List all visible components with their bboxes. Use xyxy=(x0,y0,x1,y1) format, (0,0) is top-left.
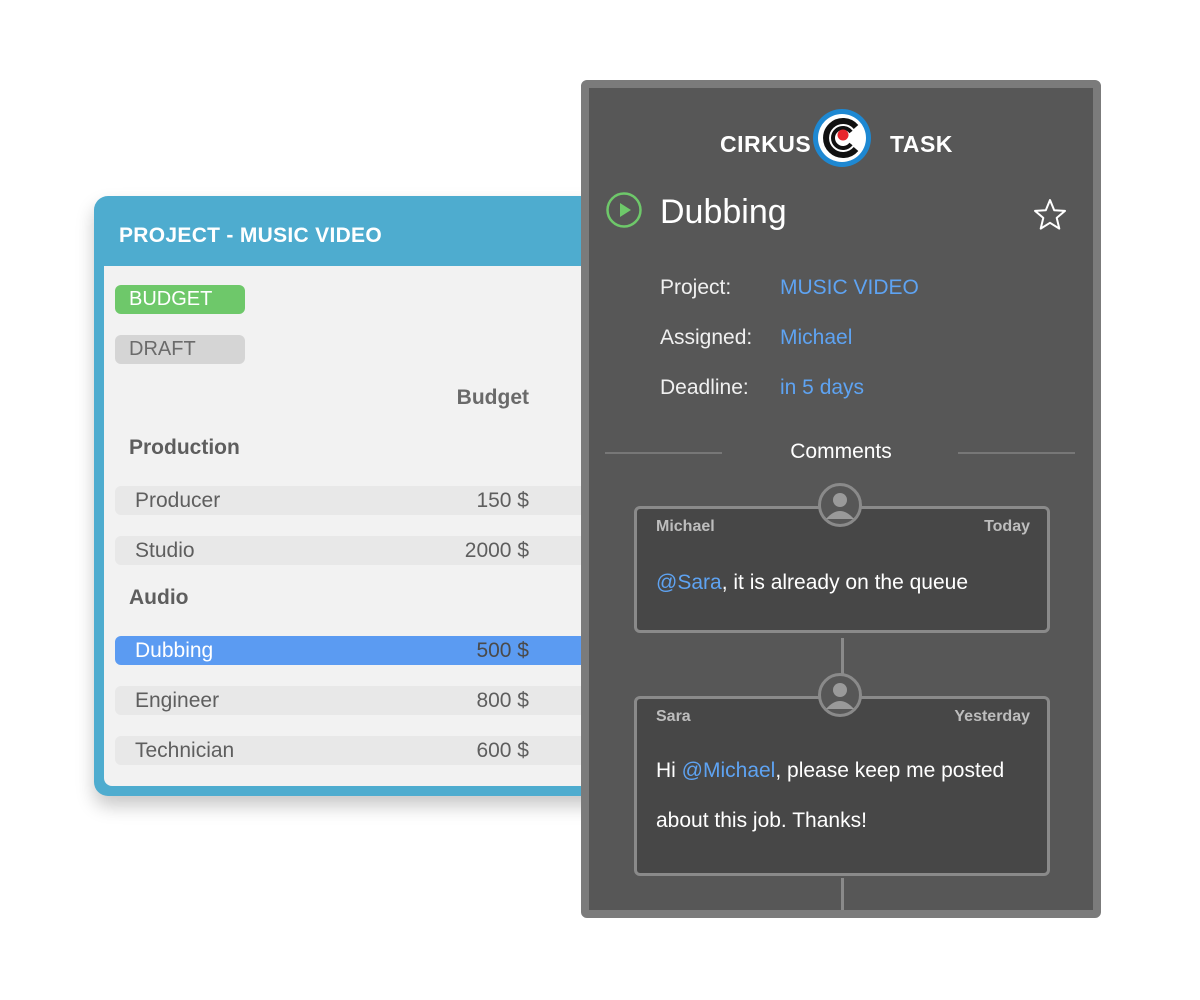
row-name: Producer xyxy=(135,489,221,512)
comment-time: Today xyxy=(984,518,1030,535)
project-title: PROJECT - MUSIC VIDEO xyxy=(119,224,382,247)
row-name: Engineer xyxy=(135,689,220,712)
row-amount: 500 $ xyxy=(476,639,529,662)
avatar-icon[interactable] xyxy=(818,673,862,717)
comment-author: Sara xyxy=(656,708,691,725)
comment-time: Yesterday xyxy=(954,708,1030,725)
brand-name: CIRKUS xyxy=(720,131,812,157)
mention-link[interactable]: @Sara xyxy=(656,571,722,594)
row-name: Studio xyxy=(135,539,195,562)
section-production: Production xyxy=(129,436,240,459)
comment-text: Hi @Michael, please keep me posted about… xyxy=(656,746,1036,846)
comment-text-intro: Hi xyxy=(656,759,682,782)
comment-text: @Sara, it is already on the queue xyxy=(656,558,1036,608)
task-panel: CIRKUS TASK Dubbing Project: MUSIC VIDEO… xyxy=(581,80,1101,918)
assigned-label: Assigned: xyxy=(660,326,753,349)
project-label: Project: xyxy=(660,276,732,299)
row-name: Dubbing xyxy=(135,639,214,662)
comment-author: Michael xyxy=(656,518,715,535)
project-link[interactable]: MUSIC VIDEO xyxy=(780,276,919,300)
budget-row-dubbing[interactable]: Dubbing 500 $ xyxy=(115,636,634,665)
budget-table: BUDGET DRAFT Budget Production Producer … xyxy=(104,266,634,786)
comment-text-body: , it is already on the queue xyxy=(721,571,969,594)
row-amount: 800 $ xyxy=(476,689,529,712)
tag-draft[interactable]: DRAFT xyxy=(115,335,245,364)
budget-row-producer[interactable]: Producer 150 $ xyxy=(115,486,634,515)
row-amount: 2000 $ xyxy=(464,539,529,562)
row-amount: 150 $ xyxy=(476,489,529,512)
budget-row-technician[interactable]: Technician 600 $ xyxy=(115,736,634,765)
section-audio: Audio xyxy=(129,586,189,609)
avatar-icon[interactable] xyxy=(818,483,862,527)
mention-link[interactable]: @Michael xyxy=(682,759,776,782)
deadline-value[interactable]: in 5 days xyxy=(780,376,864,400)
comment-item: Sara Yesterday Hi @Michael, please keep … xyxy=(634,696,1050,876)
project-card: PROJECT - MUSIC VIDEO BUDGET DRAFT Budge… xyxy=(94,196,634,796)
task-title: Dubbing xyxy=(660,193,787,231)
row-name: Technician xyxy=(135,739,235,762)
brand-label-task: TASK xyxy=(890,131,953,157)
star-outline-icon[interactable] xyxy=(1032,197,1068,233)
row-amount: 600 $ xyxy=(476,739,529,762)
deadline-label: Deadline: xyxy=(660,376,749,399)
assignee-link[interactable]: Michael xyxy=(780,326,852,350)
budget-row-studio[interactable]: Studio 2000 $ xyxy=(115,536,634,565)
budget-row-engineer[interactable]: Engineer 800 $ xyxy=(115,686,634,715)
play-circle-icon[interactable] xyxy=(605,191,643,229)
tag-budget[interactable]: BUDGET xyxy=(115,285,245,314)
cirkus-logo-icon xyxy=(813,109,871,167)
comments-heading: Comments xyxy=(790,440,892,463)
budget-column-header: Budget xyxy=(456,386,529,409)
thread-connector xyxy=(841,878,844,910)
